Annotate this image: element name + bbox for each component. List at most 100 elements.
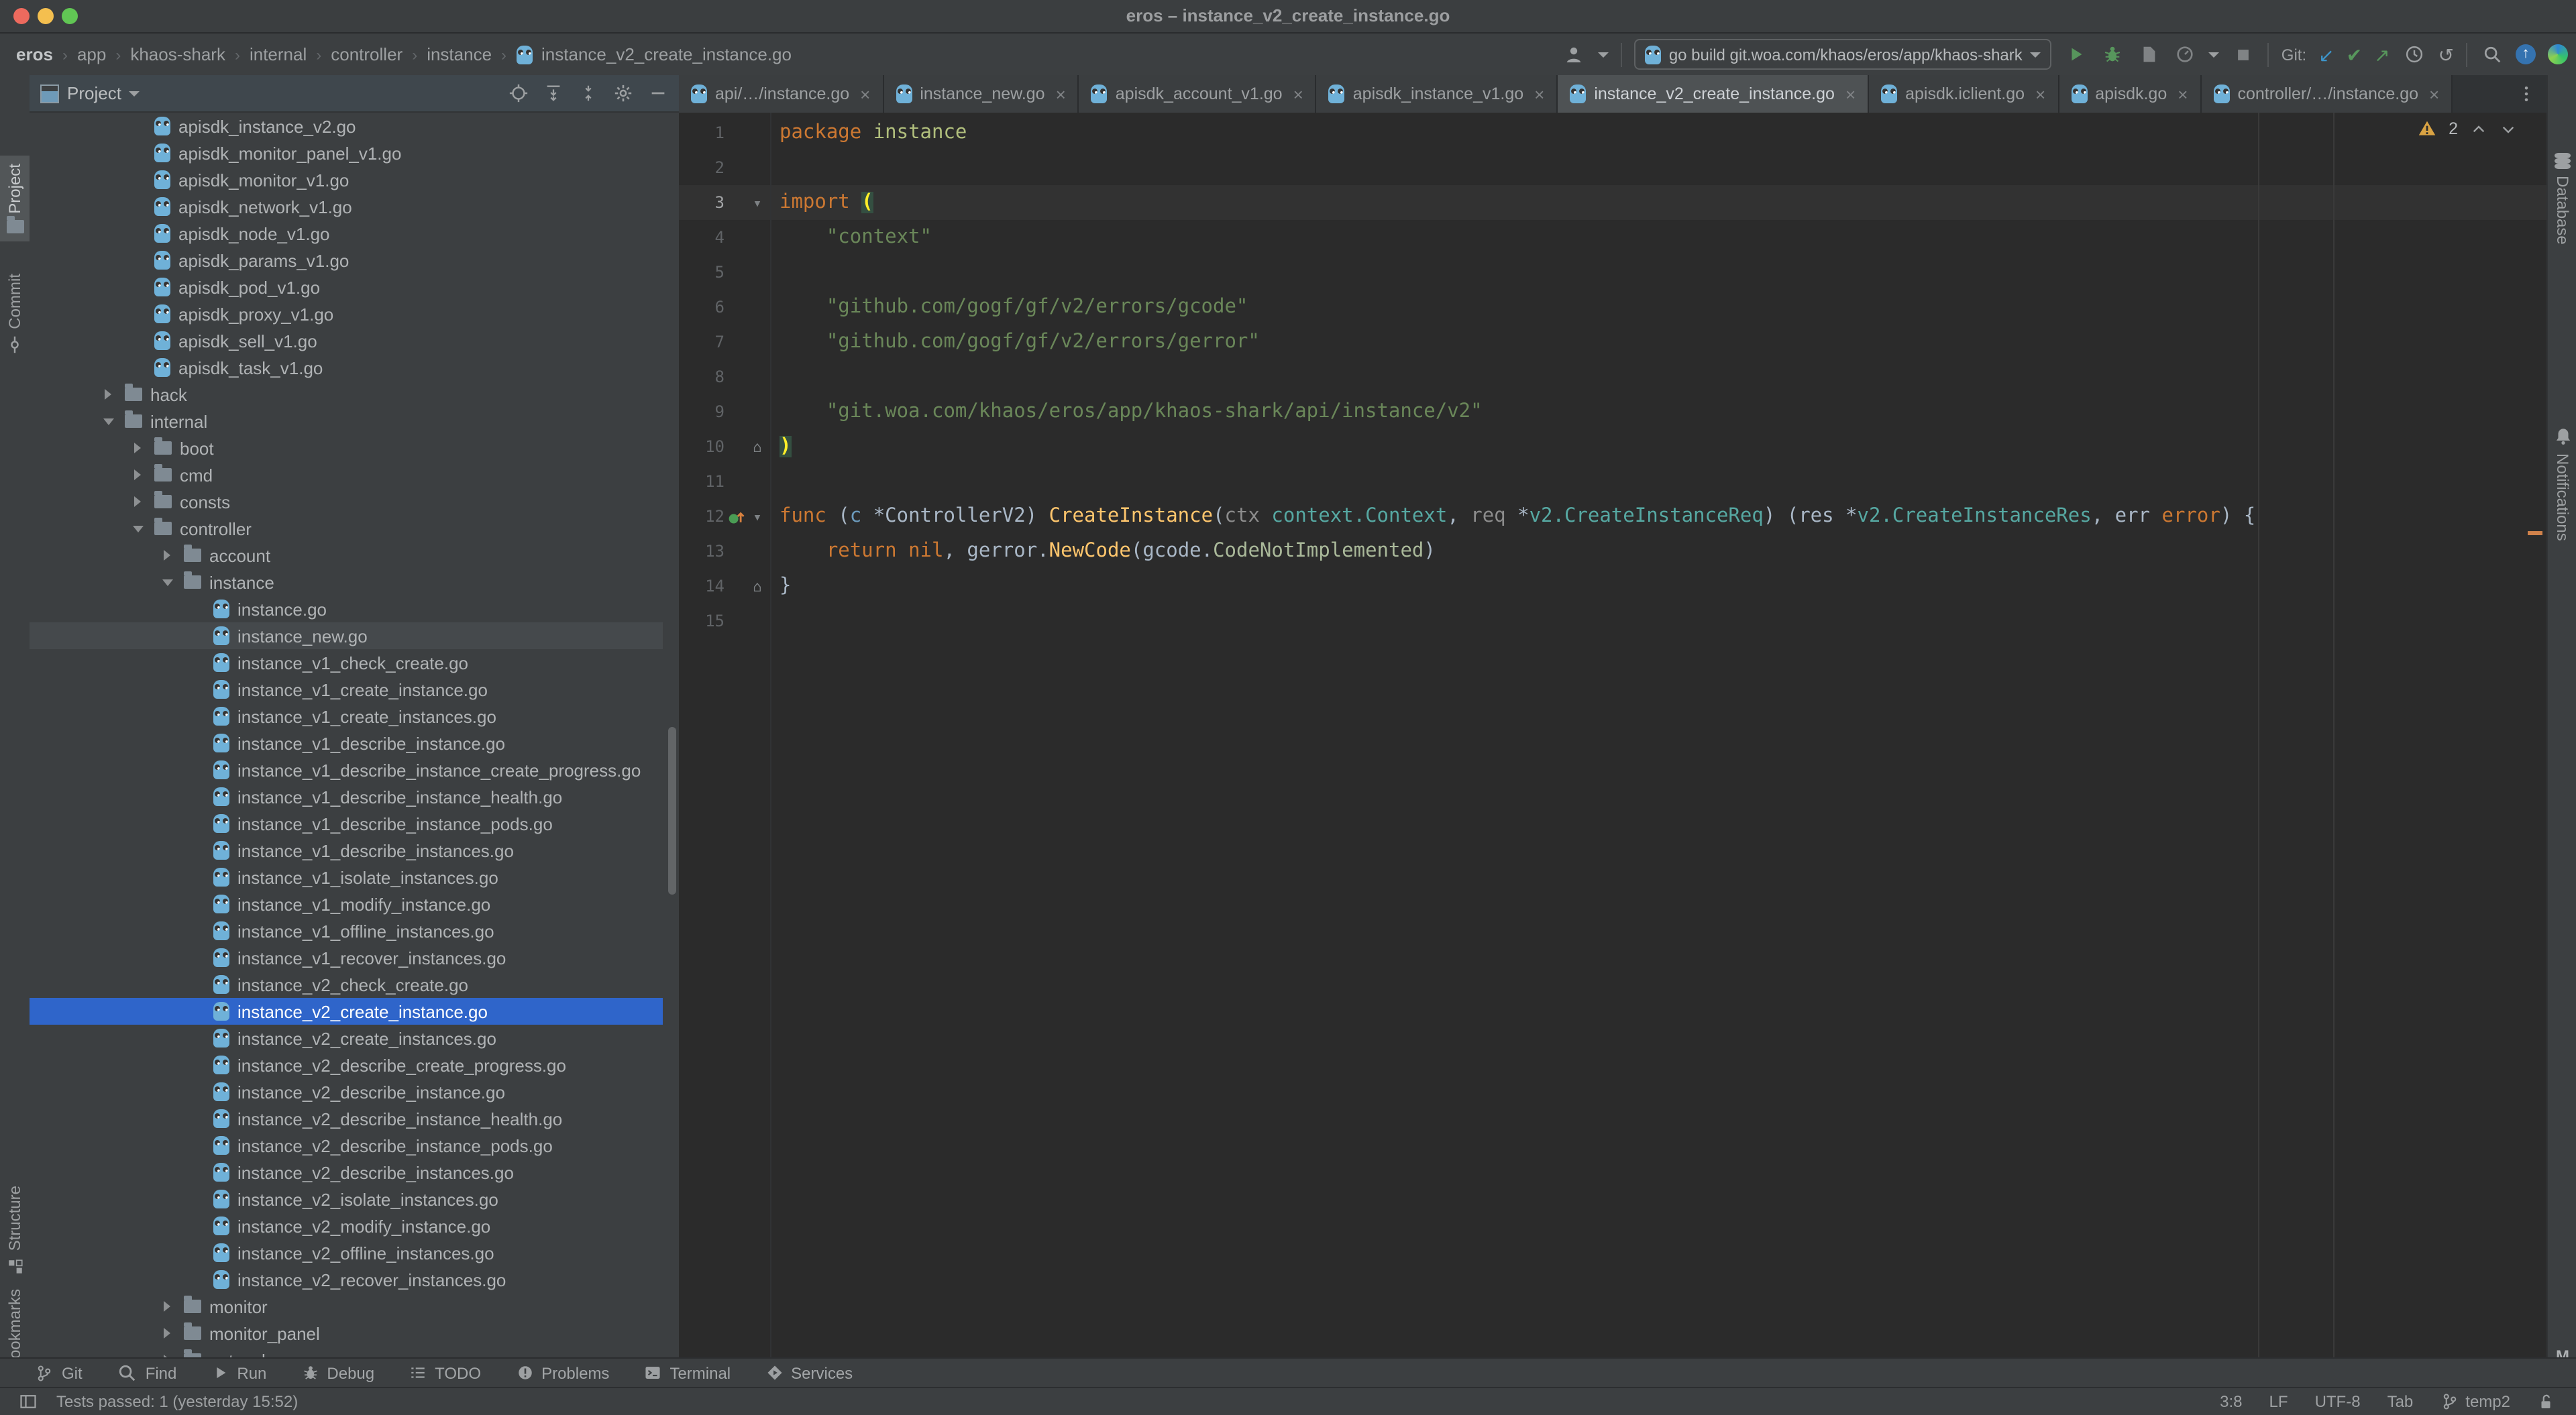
line-number[interactable]: 9 bbox=[679, 402, 724, 421]
tool-window-button-run[interactable]: Run bbox=[211, 1363, 266, 1382]
code-line[interactable] bbox=[780, 464, 2255, 499]
status-widget-git-branch[interactable]: temp2 bbox=[2440, 1392, 2510, 1411]
editor-tab[interactable]: apisdk_account_v1.go× bbox=[1079, 75, 1317, 113]
collapse-all-button[interactable] bbox=[577, 82, 598, 104]
editor-tab[interactable]: instance_v2_create_instance.go× bbox=[1558, 75, 1869, 113]
hide-panel-button[interactable] bbox=[647, 82, 668, 104]
tree-row[interactable]: apisdk_pod_v1.go bbox=[30, 274, 663, 300]
close-tab-icon[interactable]: × bbox=[2035, 84, 2045, 104]
status-widget-indent-style[interactable]: Tab bbox=[2387, 1392, 2414, 1411]
tree-row[interactable]: instance_v2_modify_instance.go bbox=[30, 1212, 663, 1239]
breadcrumb-item[interactable]: instance bbox=[427, 44, 492, 64]
tree-row[interactable]: hack bbox=[30, 381, 663, 408]
chevron-down-icon[interactable] bbox=[132, 525, 143, 532]
tree-row[interactable]: instance_v1_modify_instance.go bbox=[30, 891, 663, 917]
tree-row[interactable]: apisdk_monitor_panel_v1.go bbox=[30, 139, 663, 166]
tree-row[interactable]: apisdk_params_v1.go bbox=[30, 247, 663, 274]
tree-row[interactable]: instance_v1_create_instances.go bbox=[30, 703, 663, 730]
inspections-widget[interactable]: 2 bbox=[2418, 119, 2517, 138]
tree-row[interactable]: instance_v1_describe_instance_health.go bbox=[30, 783, 663, 810]
tool-window-button-debug[interactable]: Debug bbox=[301, 1363, 374, 1382]
line-number[interactable]: 8 bbox=[679, 367, 724, 386]
status-widget-caret-position[interactable]: 3:8 bbox=[2220, 1392, 2242, 1411]
expand-all-button[interactable] bbox=[542, 82, 564, 104]
tree-row[interactable]: boot bbox=[30, 435, 663, 461]
fold-marker-icon[interactable]: ⌂ bbox=[747, 577, 767, 595]
ide-update-icon[interactable]: ↑ bbox=[2516, 44, 2536, 64]
line-number[interactable]: 15 bbox=[679, 612, 724, 630]
tree-row[interactable]: apisdk_node_v1.go bbox=[30, 220, 663, 247]
fold-marker-icon[interactable]: ▾ bbox=[747, 508, 767, 525]
tree-row[interactable]: apisdk_instance_v2.go bbox=[30, 113, 663, 139]
chevron-right-icon[interactable] bbox=[164, 1301, 170, 1312]
rollback-button[interactable]: ↺ bbox=[2438, 45, 2454, 64]
close-tab-icon[interactable]: × bbox=[2429, 84, 2439, 104]
tree-row[interactable]: instance_v2_recover_instances.go bbox=[30, 1266, 663, 1293]
line-number[interactable]: 5 bbox=[679, 263, 724, 282]
editor-tab[interactable]: apisdk.iclient.go× bbox=[1869, 75, 2059, 113]
editor-tab[interactable]: apisdk.go× bbox=[2059, 75, 2201, 113]
stripe-item-database[interactable]: Database bbox=[2548, 153, 2576, 245]
close-tab-icon[interactable]: × bbox=[860, 84, 870, 104]
code-area[interactable]: package instanceimport ( "context" "gith… bbox=[780, 115, 2255, 638]
chevron-right-icon[interactable] bbox=[164, 550, 170, 561]
line-number[interactable]: 13 bbox=[679, 542, 724, 561]
status-widget-file-lock[interactable] bbox=[2537, 1393, 2555, 1410]
code-line[interactable]: func (c *ControllerV2) CreateInstance(ct… bbox=[780, 499, 2255, 534]
warning-count[interactable]: 2 bbox=[2449, 119, 2458, 138]
tree-row[interactable]: instance_v2_describe_create_progress.go bbox=[30, 1052, 663, 1078]
fold-marker-icon[interactable]: ⌂ bbox=[747, 438, 767, 455]
run-with-coverage-button[interactable] bbox=[2137, 42, 2161, 66]
code-line[interactable]: } bbox=[780, 569, 2255, 604]
git-commit-button[interactable]: ✔ bbox=[2347, 45, 2362, 64]
stripe-item-project[interactable]: Project bbox=[0, 156, 30, 242]
code-line[interactable] bbox=[780, 604, 2255, 638]
run-button[interactable] bbox=[2064, 42, 2088, 66]
breadcrumb-item[interactable]: controller bbox=[331, 44, 402, 64]
search-everywhere-button[interactable] bbox=[2479, 42, 2504, 66]
error-stripe-mark[interactable] bbox=[2528, 531, 2542, 535]
code-line[interactable]: "git.woa.com/khaos/eros/app/khaos-shark/… bbox=[780, 394, 2255, 429]
tree-row[interactable]: instance_v1_check_create.go bbox=[30, 649, 663, 676]
project-panel-title[interactable]: Project bbox=[67, 83, 121, 103]
status-widget-file-encoding[interactable]: UTF-8 bbox=[2315, 1392, 2361, 1411]
line-number[interactable]: 11 bbox=[679, 472, 724, 491]
tree-row[interactable]: instance.go bbox=[30, 596, 663, 622]
code-line[interactable] bbox=[780, 255, 2255, 290]
tree-row[interactable]: apisdk_task_v1.go bbox=[30, 354, 663, 381]
next-warning-icon[interactable] bbox=[2500, 120, 2517, 137]
line-number[interactable]: 14 bbox=[679, 577, 724, 596]
editor-tab[interactable]: apisdk_instance_v1.go× bbox=[1317, 75, 1558, 113]
code-line[interactable] bbox=[780, 359, 2255, 394]
line-number[interactable]: 12 bbox=[679, 507, 724, 526]
tree-row[interactable]: instance_v2_check_create.go bbox=[30, 971, 663, 998]
tree-row[interactable]: instance_v2_isolate_instances.go bbox=[30, 1186, 663, 1212]
line-number[interactable]: 2 bbox=[679, 158, 724, 177]
locate-file-button[interactable] bbox=[507, 82, 529, 104]
tree-row[interactable]: instance_v1_isolate_instances.go bbox=[30, 864, 663, 891]
tree-row[interactable]: monitor_panel bbox=[30, 1320, 663, 1347]
debug-button[interactable] bbox=[2100, 42, 2125, 66]
code-line[interactable]: "context" bbox=[780, 220, 2255, 255]
stripe-item-commit[interactable]: Commit bbox=[0, 274, 30, 355]
code-line[interactable]: ) bbox=[780, 429, 2255, 464]
breadcrumb-item[interactable]: khaos-shark bbox=[130, 44, 225, 64]
code-line[interactable]: return nil, gerror.NewCode(gcode.CodeNot… bbox=[780, 534, 2255, 569]
line-number[interactable]: 7 bbox=[679, 333, 724, 351]
tree-row[interactable]: apisdk_proxy_v1.go bbox=[30, 300, 663, 327]
tree-row[interactable]: monitor bbox=[30, 1293, 663, 1320]
chevron-down-icon[interactable] bbox=[1598, 52, 1609, 57]
line-number[interactable]: 4 bbox=[679, 228, 724, 247]
code-line[interactable]: package instance bbox=[780, 115, 2255, 150]
tool-window-quick-access-icon[interactable] bbox=[16, 1390, 40, 1414]
breadcrumb-item[interactable]: instance_v2_create_instance.go bbox=[541, 44, 792, 64]
code-line[interactable] bbox=[780, 150, 2255, 185]
chevron-down-icon[interactable] bbox=[129, 91, 140, 96]
code-with-me-icon[interactable] bbox=[2548, 44, 2568, 64]
status-widget-line-separator[interactable]: LF bbox=[2269, 1392, 2288, 1411]
editor-tab[interactable]: api/…/instance.go× bbox=[679, 75, 883, 113]
tree-row[interactable]: apisdk_monitor_v1.go bbox=[30, 166, 663, 193]
stripe-item-structure[interactable]: Structure bbox=[0, 1186, 30, 1275]
code-line[interactable]: "github.com/gogf/gf/v2/errors/gerror" bbox=[780, 325, 2255, 359]
chevron-down-icon[interactable] bbox=[162, 579, 172, 585]
